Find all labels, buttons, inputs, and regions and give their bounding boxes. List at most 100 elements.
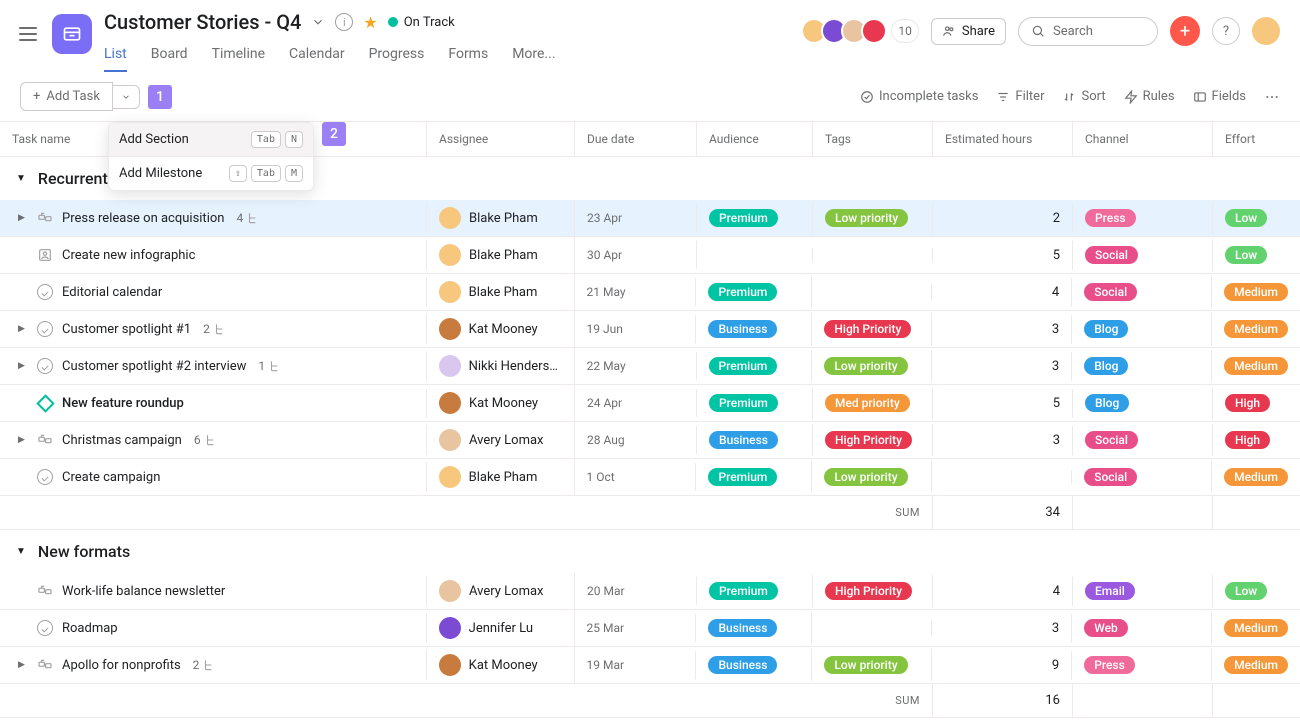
tag-pill[interactable]: Med priority	[825, 394, 910, 412]
fields-button[interactable]: Fields	[1193, 89, 1246, 104]
task-row[interactable]: ▶New feature roundupKat Mooney24 AprPrem…	[0, 385, 1300, 422]
channel-pill[interactable]: Press	[1085, 209, 1136, 227]
tab-more[interactable]: More...	[512, 42, 555, 72]
star-icon[interactable]: ★	[363, 13, 377, 32]
info-icon[interactable]: i	[335, 13, 353, 31]
task-row[interactable]: ▶Apollo for nonprofits2 Kat Mooney19 Mar…	[0, 647, 1300, 684]
channel-pill[interactable]: Blog	[1084, 320, 1128, 338]
channel-pill[interactable]: Social	[1085, 431, 1138, 449]
column-audience[interactable]: Audience	[697, 122, 813, 156]
tag-pill[interactable]: High Priority	[825, 431, 912, 449]
sort-button[interactable]: Sort	[1062, 89, 1105, 104]
due-date[interactable]: 19 Jun	[575, 315, 697, 343]
tab-board[interactable]: Board	[151, 42, 188, 72]
task-row[interactable]: ▶Christmas campaign6 Avery Lomax28 AugBu…	[0, 422, 1300, 459]
filter-incomplete[interactable]: Incomplete tasks	[860, 89, 978, 104]
estimated-hours[interactable]: 5	[933, 389, 1073, 418]
estimated-hours[interactable]: 2	[933, 204, 1073, 233]
tab-forms[interactable]: Forms	[448, 42, 488, 72]
estimated-hours[interactable]: 3	[933, 426, 1073, 455]
expand-caret[interactable]: ▶	[18, 324, 28, 334]
due-date[interactable]: 21 May	[575, 278, 697, 306]
column-assignee[interactable]: Assignee	[427, 122, 575, 156]
task-row[interactable]: ▶RoadmapJennifer Lu25 MarBusiness3WebMed…	[0, 610, 1300, 647]
tag-pill[interactable]: High Priority	[824, 320, 911, 338]
tab-timeline[interactable]: Timeline	[212, 42, 265, 72]
search-input[interactable]: Search	[1018, 17, 1158, 46]
menu-add-milestone[interactable]: Add Milestone ⇧ Tab M	[109, 156, 313, 190]
task-row[interactable]: ▶Create new infographicBlake Pham30 Apr5…	[0, 237, 1300, 274]
task-row[interactable]: ▶Create campaignBlake Pham1 OctPremiumLo…	[0, 459, 1300, 496]
audience-pill[interactable]: Business	[708, 656, 777, 674]
due-date[interactable]: 30 Apr	[575, 241, 697, 269]
estimated-hours[interactable]: 9	[932, 651, 1072, 680]
audience-pill[interactable]: Business	[708, 320, 777, 338]
channel-pill[interactable]: Press	[1084, 656, 1135, 674]
effort-pill[interactable]: High	[1225, 431, 1270, 449]
effort-pill[interactable]: Medium	[1224, 283, 1288, 301]
audience-pill[interactable]: Business	[708, 619, 777, 637]
avatar-stack[interactable]: 10	[801, 18, 919, 44]
effort-pill[interactable]: Low	[1225, 209, 1267, 227]
chevron-down-icon[interactable]	[311, 15, 325, 29]
due-date[interactable]: 22 May	[575, 352, 697, 380]
due-date[interactable]: 23 Apr	[575, 204, 697, 232]
more-actions[interactable]	[1264, 89, 1280, 105]
expand-caret[interactable]: ▶	[18, 435, 28, 445]
tag-pill[interactable]: Low priority	[824, 468, 907, 486]
channel-pill[interactable]: Social	[1084, 468, 1137, 486]
add-task-dropdown[interactable]	[113, 85, 140, 109]
tab-progress[interactable]: Progress	[369, 42, 425, 72]
expand-caret[interactable]: ▶	[18, 213, 28, 223]
channel-pill[interactable]: Social	[1085, 246, 1138, 264]
due-date[interactable]: 1 Oct	[575, 463, 697, 491]
help-button[interactable]: ?	[1212, 17, 1240, 45]
due-date[interactable]: 20 Mar	[575, 577, 697, 605]
task-row[interactable]: ▶Press release on acquisition4 Blake Pha…	[0, 200, 1300, 237]
estimated-hours[interactable]: 3	[932, 614, 1072, 643]
audience-pill[interactable]: Business	[709, 431, 778, 449]
expand-caret[interactable]: ▶	[18, 361, 28, 371]
global-add-button[interactable]: +	[1170, 16, 1200, 46]
task-row[interactable]: ▶Customer spotlight #12 Kat Mooney19 Jun…	[0, 311, 1300, 348]
due-date[interactable]: 24 Apr	[575, 389, 697, 417]
effort-pill[interactable]: Medium	[1224, 320, 1288, 338]
audience-pill[interactable]: Premium	[709, 394, 778, 412]
project-status[interactable]: On Track	[388, 15, 455, 30]
column-hours[interactable]: Estimated hours	[933, 122, 1073, 156]
share-button[interactable]: Share	[931, 18, 1006, 45]
due-date[interactable]: 25 Mar	[575, 614, 697, 642]
rules-button[interactable]: Rules	[1124, 89, 1175, 104]
column-tags[interactable]: Tags	[813, 122, 933, 156]
channel-pill[interactable]: Social	[1084, 283, 1137, 301]
task-row[interactable]: ▶Customer spotlight #2 interview1 Nikki …	[0, 348, 1300, 385]
menu-add-section[interactable]: Add Section Tab N	[109, 123, 313, 156]
effort-pill[interactable]: Medium	[1224, 619, 1288, 637]
due-date[interactable]: 28 Aug	[575, 426, 697, 454]
channel-pill[interactable]: Blog	[1084, 357, 1128, 375]
audience-pill[interactable]: Premium	[709, 582, 778, 600]
audience-pill[interactable]: Premium	[709, 357, 778, 375]
audience-pill[interactable]: Premium	[709, 209, 778, 227]
column-due[interactable]: Due date	[575, 122, 697, 156]
channel-pill[interactable]: Blog	[1085, 394, 1129, 412]
due-date[interactable]: 19 Mar	[575, 651, 697, 679]
estimated-hours[interactable]: 4	[933, 577, 1073, 606]
expand-caret[interactable]: ▶	[18, 660, 28, 670]
effort-pill[interactable]: Medium	[1224, 468, 1288, 486]
tag-pill[interactable]: High Priority	[825, 582, 912, 600]
user-avatar[interactable]	[1252, 17, 1280, 45]
tab-calendar[interactable]: Calendar	[289, 42, 345, 72]
hamburger-menu[interactable]	[16, 22, 40, 46]
project-title[interactable]: Customer Stories - Q4	[104, 10, 301, 34]
channel-pill[interactable]: Email	[1085, 582, 1135, 600]
section-header[interactable]: ▼New formats	[0, 530, 1300, 573]
audience-pill[interactable]: Premium	[708, 283, 777, 301]
estimated-hours[interactable]: 4	[932, 278, 1072, 307]
effort-pill[interactable]: High	[1225, 394, 1270, 412]
add-task-button[interactable]: + Add Task	[20, 82, 113, 111]
task-row[interactable]: ▶Work-life balance newsletterAvery Lomax…	[0, 573, 1300, 610]
tag-pill[interactable]: Low priority	[824, 656, 907, 674]
effort-pill[interactable]: Medium	[1224, 357, 1288, 375]
effort-pill[interactable]: Low	[1225, 246, 1267, 264]
